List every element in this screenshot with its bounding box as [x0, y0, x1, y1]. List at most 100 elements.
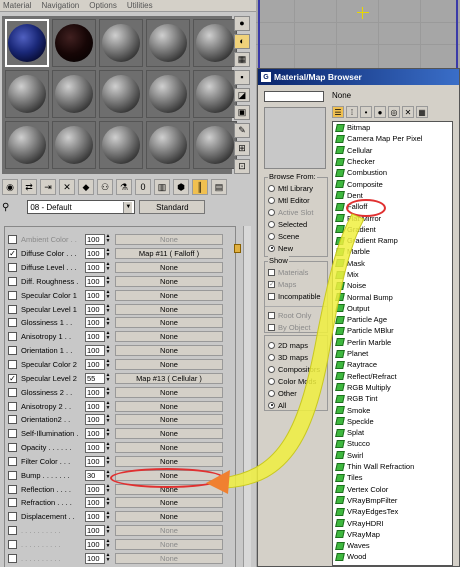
- map-enable-checkbox[interactable]: [8, 332, 17, 342]
- assign-material-icon[interactable]: ⇥: [40, 179, 56, 195]
- map-slot-button[interactable]: None: [115, 262, 223, 274]
- map-list-item[interactable]: Vertex Color: [333, 484, 452, 495]
- browse-from-option[interactable]: New: [265, 242, 327, 254]
- map-amount-field[interactable]: 100: [85, 525, 105, 537]
- sample-slot[interactable]: [99, 19, 143, 67]
- go-forward-sibling-icon[interactable]: ▤: [211, 179, 227, 195]
- map-list-item[interactable]: Waves: [333, 540, 452, 551]
- browse-from-option[interactable]: Mtl Editor: [265, 194, 327, 206]
- radio-icon[interactable]: [268, 401, 275, 409]
- make-unique-icon[interactable]: ⚇: [97, 179, 113, 195]
- radio-icon[interactable]: [268, 389, 275, 397]
- search-input[interactable]: [264, 91, 324, 102]
- map-filter-option[interactable]: 2D maps: [265, 339, 327, 351]
- view-list-icon[interactable]: ☰: [332, 106, 344, 118]
- amount-spinner-icon[interactable]: ▲ ▼: [105, 455, 111, 467]
- put-to-library-icon[interactable]: ⚗: [116, 179, 132, 195]
- backlight-icon[interactable]: ◐: [234, 33, 250, 49]
- map-enable-checkbox[interactable]: [8, 484, 17, 494]
- map-enable-checkbox[interactable]: [8, 470, 17, 480]
- map-enable-checkbox[interactable]: [8, 443, 17, 453]
- checkbox-icon[interactable]: [268, 323, 275, 331]
- map-list-item[interactable]: Mix: [333, 269, 452, 280]
- map-amount-field[interactable]: 100: [85, 414, 105, 426]
- radio-icon[interactable]: [268, 220, 275, 228]
- map-amount-field[interactable]: 100: [85, 289, 105, 301]
- map-slot-button[interactable]: None: [115, 317, 223, 329]
- amount-spinner-icon[interactable]: ▲ ▼: [105, 359, 111, 370]
- show-end-result-icon[interactable]: ⬢: [173, 179, 189, 195]
- map-amount-field[interactable]: 100: [85, 331, 105, 343]
- browse-from-option[interactable]: Selected: [265, 218, 327, 230]
- amount-spinner-icon[interactable]: ▲ ▼: [105, 372, 111, 384]
- map-list-item[interactable]: VRayMap: [333, 529, 452, 540]
- reset-map-icon[interactable]: ✕: [59, 179, 75, 195]
- map-slot-button[interactable]: None: [115, 289, 223, 301]
- map-enable-checkbox[interactable]: [8, 553, 17, 563]
- menu-navigation[interactable]: Navigation: [41, 1, 79, 10]
- map-list-item[interactable]: VRayEdgesTex: [333, 506, 452, 517]
- map-list-item[interactable]: Cellular: [333, 145, 452, 156]
- map-list-item[interactable]: Particle Age: [333, 314, 452, 325]
- map-amount-field[interactable]: 100: [85, 483, 105, 495]
- map-enable-checkbox[interactable]: [8, 346, 17, 356]
- amount-spinner-icon[interactable]: ▲ ▼: [105, 289, 111, 301]
- sample-slot[interactable]: [52, 70, 96, 118]
- map-list-item[interactable]: Planet: [333, 348, 452, 359]
- checkbox-icon[interactable]: ✓: [268, 280, 275, 288]
- amount-spinner-icon[interactable]: ▲ ▼: [105, 275, 111, 287]
- map-list-item[interactable]: VRayHDRI: [333, 517, 452, 528]
- map-list-item[interactable]: Reflect/Refract: [333, 371, 452, 382]
- sample-slot[interactable]: [146, 19, 190, 67]
- map-filter-option[interactable]: 3D maps: [265, 351, 327, 363]
- radio-icon[interactable]: [268, 196, 275, 204]
- map-amount-field[interactable]: 100: [85, 386, 105, 398]
- map-slot-button[interactable]: None: [115, 331, 223, 343]
- amount-spinner-icon[interactable]: ▲ ▼: [105, 400, 111, 412]
- amount-spinner-icon[interactable]: ▲ ▼: [105, 317, 111, 328]
- delete-from-library-icon[interactable]: ✕: [402, 106, 414, 118]
- amount-spinner-icon[interactable]: ▲ ▼: [105, 303, 111, 315]
- map-slot-button[interactable]: None: [115, 303, 223, 315]
- map-enable-checkbox[interactable]: [8, 512, 17, 522]
- map-list-item[interactable]: Splat: [333, 427, 452, 438]
- map-enable-checkbox[interactable]: ✓: [8, 373, 17, 383]
- radio-icon[interactable]: [268, 208, 275, 216]
- map-amount-field[interactable]: 100: [85, 275, 105, 287]
- map-slot-button[interactable]: None: [115, 455, 223, 467]
- map-filter-option[interactable]: Color Mods: [265, 375, 327, 387]
- map-amount-field[interactable]: 100: [85, 234, 105, 246]
- sample-slot[interactable]: [5, 121, 49, 169]
- map-enable-checkbox[interactable]: [8, 498, 17, 508]
- map-list-item[interactable]: RGB Tint: [333, 393, 452, 404]
- view-large-icons-icon[interactable]: ●: [374, 106, 386, 118]
- radio-icon[interactable]: [268, 232, 275, 240]
- uv-tiling-icon[interactable]: ▪: [234, 69, 250, 85]
- radio-icon[interactable]: [268, 341, 275, 349]
- map-slot-button[interactable]: None: [115, 428, 223, 440]
- amount-spinner-icon[interactable]: ▲ ▼: [105, 497, 111, 508]
- checkbox-icon[interactable]: [268, 292, 275, 300]
- map-amount-field[interactable]: 100: [85, 359, 105, 371]
- map-amount-field[interactable]: 30: [85, 469, 105, 481]
- map-amount-field[interactable]: 100: [85, 511, 105, 523]
- menu-utilities[interactable]: Utilities: [127, 1, 153, 10]
- map-slot-button[interactable]: Map #11 ( Falloff ): [115, 248, 223, 260]
- sample-slot[interactable]: [52, 121, 96, 169]
- map-list-item[interactable]: Normal Bump: [333, 291, 452, 302]
- sample-slot[interactable]: [99, 121, 143, 169]
- map-slot-button[interactable]: None: [115, 538, 223, 550]
- chevron-down-icon[interactable]: ▼: [123, 201, 133, 213]
- radio-icon[interactable]: [268, 353, 275, 361]
- background-icon[interactable]: ▦: [234, 51, 250, 67]
- material-id-channel-icon[interactable]: 0: [135, 179, 151, 195]
- map-list-item[interactable]: Smoke: [333, 404, 452, 415]
- sample-slot[interactable]: [146, 121, 190, 169]
- view-small-icons-icon[interactable]: •: [360, 106, 372, 118]
- material-map-navigator-icon[interactable]: ⊡: [234, 159, 250, 175]
- map-slot-button[interactable]: None: [115, 511, 223, 523]
- options-icon[interactable]: ✎: [234, 123, 250, 139]
- map-enable-checkbox[interactable]: [8, 539, 17, 549]
- map-slot-button[interactable]: None: [115, 552, 223, 564]
- map-slot-button[interactable]: None: [115, 275, 223, 287]
